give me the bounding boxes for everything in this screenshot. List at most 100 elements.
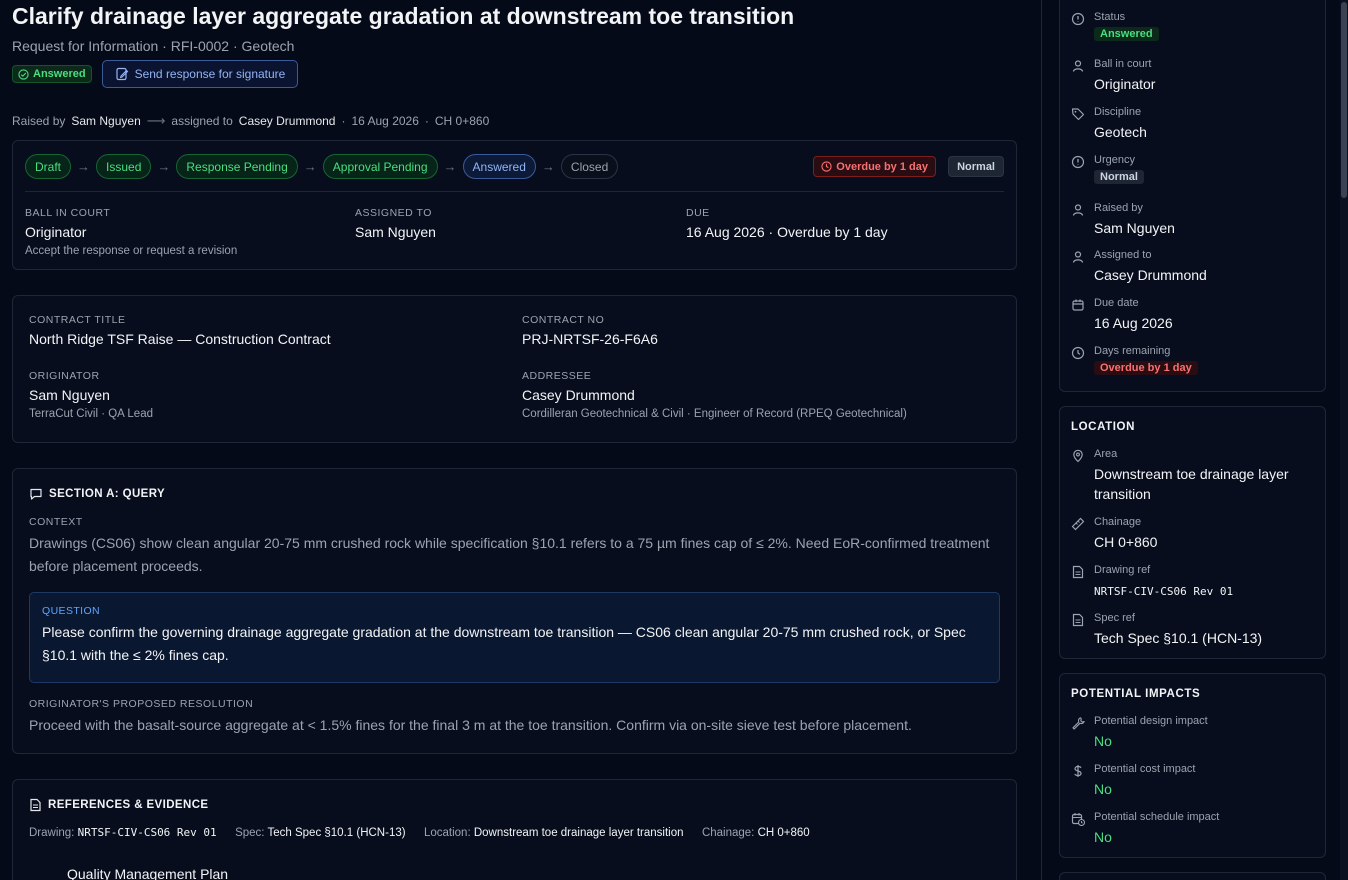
- user-icon: [1072, 60, 1084, 72]
- ball-in-court-block: Ball in court Originator Accept the resp…: [25, 207, 237, 257]
- map-pin-icon: [1073, 449, 1083, 463]
- message-icon: [30, 488, 42, 500]
- side-assigned-label: Assigned to: [1094, 249, 1152, 261]
- side-ball-value: Originator: [1094, 76, 1156, 92]
- references-section: REFERENCES & EVIDENCE Drawing: NRTSF-CIV…: [12, 779, 1017, 880]
- side-urgency-label: Urgency: [1094, 154, 1135, 166]
- query-section: SECTION A: QUERY Context Drawings (CS06)…: [12, 468, 1017, 754]
- step-issued[interactable]: Issued: [96, 154, 152, 179]
- step-approval-pending[interactable]: Approval Pending: [322, 154, 438, 179]
- raised-line: Raised by Sam Nguyen ⟶ assigned to Casey…: [12, 113, 489, 129]
- divider: [25, 191, 1004, 192]
- side-area-value: Downstream toe drainage layer transition: [1094, 466, 1289, 502]
- addressee-block: Addressee Casey Drummond Cordilleran Geo…: [522, 370, 907, 420]
- ref-drawing-value[interactable]: NRTSF-CIV-CS06 Rev 01: [78, 826, 217, 839]
- side-cost-impact: Potential cost impact No: [1071, 763, 1196, 799]
- page-title: Clarify drainage layer aggregate gradati…: [12, 3, 795, 29]
- side-status: Status Answered: [1071, 11, 1159, 42]
- arrow-right-icon: ⟶: [146, 113, 166, 128]
- side-schedule-label: Potential schedule impact: [1094, 811, 1220, 823]
- addressee-org: Cordilleran Geotechnical & Civil · Engin…: [522, 408, 907, 420]
- query-heading-text: SECTION A: QUERY: [49, 488, 166, 500]
- send-response-label: Send response for signature: [134, 67, 286, 81]
- contract-panel: Contract title North Ridge TSF Raise — C…: [12, 295, 1017, 443]
- side-discipline-label: Discipline: [1094, 106, 1142, 118]
- originator-value: Sam Nguyen: [29, 387, 110, 403]
- scrollbar-thumb[interactable]: [1341, 2, 1347, 198]
- side-status-label: Status: [1094, 11, 1126, 23]
- side-status-badge: Answered: [1094, 27, 1159, 41]
- alert-circle-icon: [1071, 155, 1085, 169]
- ref-chainage-label: Chainage:: [701, 827, 755, 839]
- side-urgency-badge: Normal: [1094, 170, 1144, 184]
- next-sidebar-card: [1059, 872, 1326, 880]
- ball-in-court-label: Ball in court: [25, 207, 111, 219]
- side-discipline: Discipline Geotech: [1071, 106, 1147, 142]
- side-chainage: Chainage CH 0+860: [1071, 516, 1157, 552]
- resolution-text: Proceed with the basalt-source aggregate…: [29, 717, 912, 733]
- contract-no-value: PRJ-NRTSF-26-F6A6: [522, 331, 658, 347]
- side-chainage-value: CH 0+860: [1094, 534, 1158, 550]
- separator: ·: [341, 114, 346, 128]
- calendar-clock-icon: [1071, 813, 1085, 826]
- side-assigned-value: Casey Drummond: [1094, 267, 1207, 283]
- contract-title-block: Contract title North Ridge TSF Raise — C…: [29, 314, 331, 347]
- details-sidebar-card: Status Answered Ball in court Originator…: [1059, 0, 1326, 392]
- overdue-badge: Overdue by 1 day: [813, 156, 936, 177]
- due-value: 16 Aug 2026 · Overdue by 1 day: [686, 224, 888, 240]
- originator-label: Originator: [29, 370, 100, 382]
- resolution-block: Originator's proposed resolution Proceed…: [29, 698, 1004, 737]
- side-drawing-label: Drawing ref: [1094, 564, 1151, 576]
- ball-in-court-note: Accept the response or request a revisio…: [25, 245, 238, 257]
- wrench-icon: [1072, 717, 1085, 730]
- ruler-icon: [1071, 517, 1085, 531]
- side-due-label: Due date: [1094, 297, 1139, 309]
- assigned-label: Assigned to: [355, 207, 432, 219]
- side-area-label: Area: [1094, 448, 1118, 460]
- assigned-to-name: Casey Drummond: [238, 114, 336, 128]
- document-icon: [30, 798, 41, 812]
- step-response-pending[interactable]: Response Pending: [176, 154, 298, 179]
- send-response-button[interactable]: Send response for signature: [101, 60, 299, 88]
- overdue-label: Overdue by 1 day: [836, 160, 928, 173]
- assigned-value: Sam Nguyen: [355, 224, 436, 240]
- reference-item[interactable]: Quality Management Plan: [67, 866, 228, 880]
- assigned-prefix: assigned to: [171, 114, 233, 128]
- side-ball: Ball in court Originator: [1071, 58, 1155, 94]
- context-label: Context: [29, 516, 83, 528]
- ball-in-court-value: Originator: [25, 224, 87, 240]
- side-spec: Spec ref Tech Spec §10.1 (HCN-13): [1071, 612, 1262, 648]
- document-icon: [1072, 565, 1084, 579]
- workflow-panel: Draft → Issued → Response Pending → Appr…: [12, 140, 1017, 270]
- side-drawing-value[interactable]: NRTSF-CIV-CS06 Rev 01: [1094, 582, 1233, 602]
- side-cost-value: No: [1094, 781, 1112, 797]
- side-chainage-label: Chainage: [1094, 516, 1142, 528]
- contract-title-label: Contract title: [29, 314, 126, 326]
- side-due: Due date 16 Aug 2026: [1071, 297, 1173, 333]
- step-answered[interactable]: Answered: [462, 154, 536, 179]
- question-box: QUESTION Please confirm the governing dr…: [29, 592, 1000, 683]
- context-block: Context Drawings (CS06) show clean angul…: [29, 516, 1004, 578]
- ref-drawing-label: Drawing:: [29, 827, 75, 839]
- side-raised: Raised by Sam Nguyen: [1071, 202, 1175, 238]
- document-icon: [1072, 613, 1084, 627]
- step-closed[interactable]: Closed: [560, 154, 619, 179]
- ref-spec-value[interactable]: Tech Spec §10.1 (HCN-13): [268, 827, 406, 839]
- addressee-label: Addressee: [522, 370, 592, 382]
- assigned-block: Assigned to Sam Nguyen: [355, 207, 436, 240]
- side-due-value: 16 Aug 2026: [1094, 315, 1173, 331]
- query-heading: SECTION A: QUERY: [29, 487, 165, 501]
- page-subtitle: Request for Information · RFI-0002 · Geo…: [12, 38, 295, 54]
- side-spec-value[interactable]: Tech Spec §10.1 (HCN-13): [1094, 628, 1262, 648]
- side-drawing: Drawing ref NRTSF-CIV-CS06 Rev 01: [1071, 564, 1233, 602]
- raised-by-prefix: Raised by: [12, 114, 66, 128]
- status-badge: Answered: [12, 65, 92, 83]
- arrow-right-icon: →: [541, 159, 555, 174]
- step-draft[interactable]: Draft: [25, 154, 72, 179]
- clock-icon: [1071, 346, 1085, 360]
- raised-by-name: Sam Nguyen: [71, 114, 141, 128]
- scrollbar[interactable]: [1340, 0, 1348, 880]
- side-design-label: Potential design impact: [1094, 715, 1208, 727]
- references-heading: REFERENCES & EVIDENCE: [29, 798, 208, 812]
- tag-icon: [1071, 108, 1085, 121]
